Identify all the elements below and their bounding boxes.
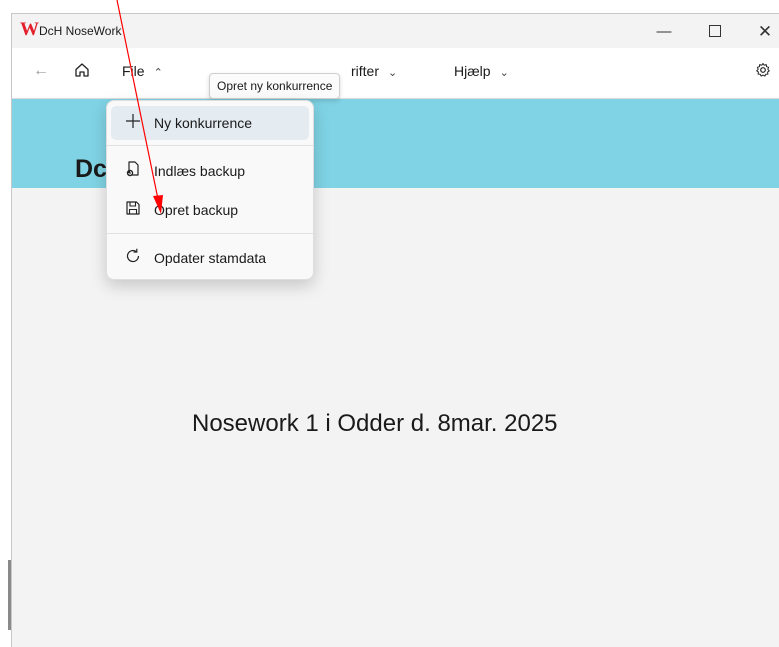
- menu-item-label: Ny konkurrence: [154, 115, 253, 131]
- menu-separator: [107, 145, 313, 146]
- menu-item-load-backup[interactable]: Indlæs backup: [111, 154, 309, 188]
- chevron-down-icon: ⌄: [499, 67, 509, 79]
- file-dropdown-menu: Ny konkurrence Indlæs backup Opret backu…: [106, 100, 314, 280]
- chevron-down-icon: ⌄: [388, 67, 398, 79]
- close-button[interactable]: ✕: [750, 20, 779, 44]
- settings-button[interactable]: [755, 62, 771, 81]
- help-menu-button[interactable]: Hjælp ⌄: [454, 63, 509, 79]
- menu-item-label: Indlæs backup: [154, 163, 246, 179]
- event-title: Nosework 1 i Odder d. 8mar. 2025: [192, 410, 558, 437]
- home-icon: [75, 63, 89, 77]
- banner-title: Dc: [75, 155, 107, 183]
- maximize-icon: [709, 25, 721, 38]
- file-restore-icon: [123, 160, 143, 180]
- tooltip: Opret ny konkurrence: [209, 73, 341, 99]
- minimize-button[interactable]: —: [649, 20, 679, 44]
- file-menu-label: File: [122, 63, 145, 79]
- help-menu-label: Hjælp: [454, 63, 491, 79]
- menu-item-label: Opret backup: [154, 202, 239, 218]
- window-title: DcH NoseWork: [39, 24, 122, 38]
- chevron-up-icon: ⌃: [153, 67, 163, 79]
- title-bar: W DcH NoseWork — ✕: [12, 14, 779, 48]
- gear-icon: [756, 63, 770, 77]
- plus-icon: [123, 112, 143, 132]
- menu-separator: [107, 233, 313, 234]
- file-menu-button[interactable]: File ⌃: [122, 63, 163, 79]
- home-button[interactable]: [74, 62, 90, 81]
- refresh-icon: [123, 247, 143, 267]
- skrifter-menu-button[interactable]: rifter ⌄: [351, 63, 397, 79]
- back-button[interactable]: ←: [33, 62, 49, 80]
- menu-item-create-backup[interactable]: Opret backup: [111, 193, 309, 227]
- maximize-button[interactable]: [700, 20, 730, 44]
- save-icon: [123, 199, 143, 219]
- menu-item-label: Opdater stamdata: [154, 250, 267, 266]
- toolbar: ← File ⌃ rifter ⌄ Hjælp ⌄: [12, 48, 779, 99]
- menu-item-new-competition[interactable]: Ny konkurrence: [111, 106, 309, 140]
- skrifter-menu-label: rifter: [351, 63, 379, 79]
- menu-item-update-master-data[interactable]: Opdater stamdata: [111, 241, 309, 275]
- app-logo: W: [20, 19, 39, 40]
